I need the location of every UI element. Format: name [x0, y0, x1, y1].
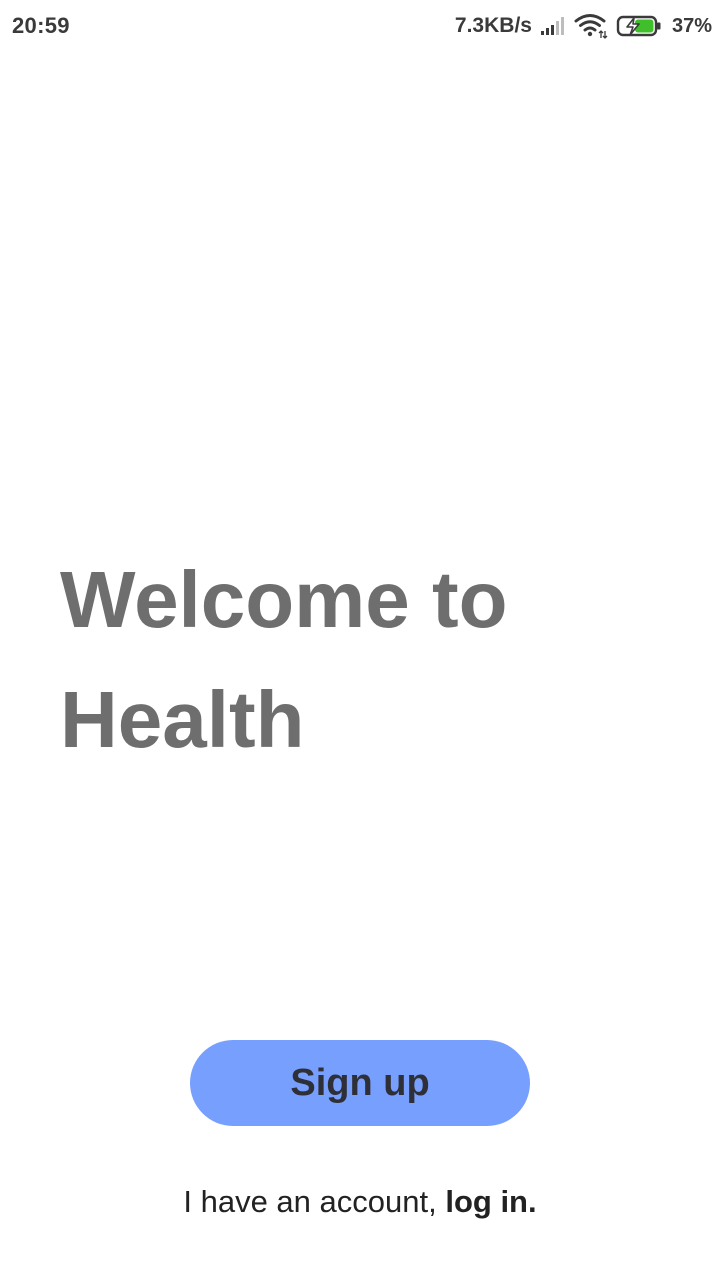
welcome-line-2: Health — [60, 675, 305, 764]
network-speed: 7.3KB/s — [454, 14, 532, 37]
welcome-heading: Welcome to Health — [60, 540, 660, 780]
wifi-icon — [574, 13, 608, 39]
log-in-link[interactable]: log in. — [445, 1184, 536, 1219]
sign-up-button[interactable]: Sign up — [190, 1040, 530, 1126]
welcome-screen: 20:59 7.3KB/s 37% Welcome to Health Sign… — [0, 0, 720, 1280]
battery-charging-icon — [616, 14, 662, 38]
status-time: 20:59 — [12, 13, 70, 38]
battery-percent: 37% — [671, 14, 712, 37]
status-bar: 20:59 7.3KB/s 37% — [0, 0, 720, 52]
signal-icon — [540, 16, 566, 36]
status-indicators: 7.3KB/s 37% — [455, 13, 712, 39]
welcome-line-1: Welcome to — [60, 555, 508, 644]
login-prompt-text: I have an account, — [183, 1184, 446, 1219]
login-prompt: I have an account, log in. — [0, 1184, 720, 1220]
